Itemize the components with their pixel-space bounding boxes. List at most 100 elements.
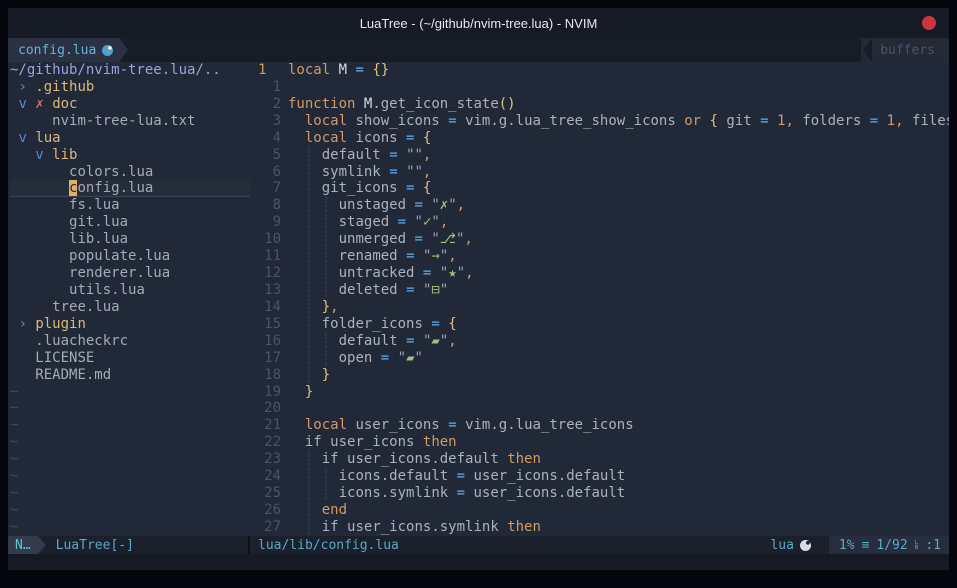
line-number: 9 xyxy=(250,214,281,231)
powerline-arrow-icon xyxy=(38,536,46,554)
tree-row[interactable]: lib.lua xyxy=(10,231,250,248)
close-icon[interactable] xyxy=(922,16,936,30)
code-line[interactable]: 14 ┊ }, xyxy=(250,299,949,316)
code-line[interactable]: 27 ┊ if user_icons.symlink then xyxy=(250,519,949,536)
code-line[interactable]: 20 xyxy=(250,400,949,417)
lua-icon xyxy=(800,540,811,551)
code-line[interactable]: 4 local icons = { xyxy=(250,130,949,147)
tree-row[interactable]: populate.lua xyxy=(10,248,250,265)
line-number-icon: L N xyxy=(915,540,919,551)
ln-icon-bottom: N xyxy=(915,545,919,551)
line-number: 21 xyxy=(250,417,281,434)
line-number: 7 xyxy=(250,180,281,197)
tree-row[interactable]: ~ xyxy=(10,400,250,417)
line-number: 4 xyxy=(250,130,281,147)
line-number: 20 xyxy=(250,400,281,417)
position-segment: 1% ≡ 1/92 L N :1 xyxy=(829,536,949,554)
code-line[interactable]: 15 ┊ folder_icons = { xyxy=(250,316,949,333)
code-line[interactable]: 8 ┊ ┊ unstaged = "✗", xyxy=(250,197,949,214)
code-line[interactable]: 19 } xyxy=(250,384,949,401)
tree-row-selected[interactable]: config.lua xyxy=(10,180,250,197)
code-line[interactable]: 24 ┊ ┊ icons.default = user_icons.defaul… xyxy=(250,468,949,485)
tree-row[interactable]: v lua xyxy=(10,130,250,147)
tree-statusline: N… LuaTree[-] xyxy=(8,536,250,554)
tab-config-lua[interactable]: config.lua xyxy=(8,38,119,62)
code-line[interactable]: 16 ┊ ┊ default = "▰", xyxy=(250,333,949,350)
tree-row[interactable]: ~ xyxy=(10,384,250,401)
line-number: 26 xyxy=(250,502,281,519)
code-line[interactable]: 10 ┊ ┊ unmerged = "⎇", xyxy=(250,231,949,248)
buffers-tab[interactable]: buffers xyxy=(861,38,949,62)
tree-row[interactable]: colors.lua xyxy=(10,164,250,181)
line-number: 15 xyxy=(250,316,281,333)
line-number: 18 xyxy=(250,367,281,384)
code-line[interactable]: 21 local user_icons = vim.g.lua_tree_ico… xyxy=(250,417,949,434)
tree-row[interactable]: ~ xyxy=(10,502,250,519)
command-line[interactable] xyxy=(8,554,949,570)
tab-arrow-shape xyxy=(119,38,128,62)
code-line[interactable]: 3 local show_icons = vim.g.lua_tree_show… xyxy=(250,113,949,130)
tree-row[interactable]: ~ xyxy=(10,434,250,451)
lua-icon xyxy=(102,45,113,56)
code-line[interactable]: 17 ┊ ┊ open = "▰" xyxy=(250,350,949,367)
line-number: 6 xyxy=(250,164,281,181)
tree-row[interactable]: v ✗ doc xyxy=(10,96,250,113)
code-line[interactable]: 1 xyxy=(250,79,949,96)
tree-row[interactable]: LICENSE xyxy=(10,350,250,367)
line-number: 27 xyxy=(250,519,281,536)
tree-row[interactable]: utils.lua xyxy=(10,282,250,299)
tree-row[interactable]: › .github xyxy=(10,79,250,96)
code-line[interactable]: 6 ┊ symlink = "", xyxy=(250,164,949,181)
titlebar: LuaTree - (~/github/nvim-tree.lua) - NVI… xyxy=(8,8,949,38)
buffers-label: buffers xyxy=(880,43,935,58)
tree-row[interactable]: ~ xyxy=(10,485,250,502)
tree-row[interactable]: ~ xyxy=(10,468,250,485)
tree-row[interactable]: nvim-tree-lua.txt xyxy=(10,113,250,130)
code-line[interactable]: 22 if user_icons then xyxy=(250,434,949,451)
code-line[interactable]: 1local M = {} xyxy=(250,62,949,79)
tree-row[interactable]: ~ xyxy=(10,519,250,536)
line-number: 5 xyxy=(250,147,281,164)
filetype-label: lua xyxy=(770,538,793,553)
line-number: 22 xyxy=(250,434,281,451)
tree-row[interactable]: tree.lua xyxy=(10,299,250,316)
code-line[interactable]: 18 ┊ } xyxy=(250,367,949,384)
line-number: 3 xyxy=(250,113,281,130)
line-number: 10 xyxy=(250,231,281,248)
code-line[interactable]: 2function M.get_icon_state() xyxy=(250,96,949,113)
window-title: LuaTree - (~/github/nvim-tree.lua) - NVI… xyxy=(360,16,598,31)
code-line[interactable]: 23 ┊ if user_icons.default then xyxy=(250,451,949,468)
code-line[interactable]: 7 ┊ git_icons = { xyxy=(250,180,949,197)
line-number: 14 xyxy=(250,299,281,316)
code-line[interactable]: 26 ┊ end xyxy=(250,502,949,519)
line-number: 17 xyxy=(250,350,281,367)
tree-row[interactable]: .luacheckrc xyxy=(10,333,250,350)
tree-row[interactable]: ~ xyxy=(10,417,250,434)
line-number: 13 xyxy=(250,282,281,299)
tree-row[interactable]: git.lua xyxy=(10,214,250,231)
mode-indicator: N… xyxy=(8,536,38,554)
lines-icon: ≡ xyxy=(862,538,870,553)
code-line[interactable]: 5 ┊ default = "", xyxy=(250,147,949,164)
powerline-notch-icon xyxy=(821,536,829,554)
tree-row[interactable]: README.md xyxy=(10,367,250,384)
tree-row[interactable]: v lib xyxy=(10,147,250,164)
code-line[interactable]: 11 ┊ ┊ renamed = "→", xyxy=(250,248,949,265)
tree-row[interactable]: › plugin xyxy=(10,316,250,333)
tree-status-label: LuaTree[-] xyxy=(46,536,134,554)
status-right-group: lua 1% ≡ 1/92 L N :1 xyxy=(770,536,949,554)
tabline: config.lua buffers xyxy=(8,38,949,62)
tree-row[interactable]: fs.lua xyxy=(10,197,250,214)
line-number: 24 xyxy=(250,468,281,485)
code-line[interactable]: 12 ┊ ┊ untracked = "★", xyxy=(250,265,949,282)
code-line[interactable]: 13 ┊ ┊ deleted = "⊟" xyxy=(250,282,949,299)
tree-row[interactable]: renderer.lua xyxy=(10,265,250,282)
tree-row[interactable]: ~/github/nvim-tree.lua/.. xyxy=(10,62,250,79)
line-number: 25 xyxy=(250,485,281,502)
tree-row[interactable]: ~ xyxy=(10,451,250,468)
powerline-notch-icon xyxy=(863,38,872,62)
code-line[interactable]: 9 ┊ ┊ staged = "✓", xyxy=(250,214,949,231)
code-line[interactable]: 25 ┊ ┊ icons.symlink = user_icons.defaul… xyxy=(250,485,949,502)
line-number: 1 xyxy=(250,79,281,96)
line-number: 12 xyxy=(250,265,281,282)
